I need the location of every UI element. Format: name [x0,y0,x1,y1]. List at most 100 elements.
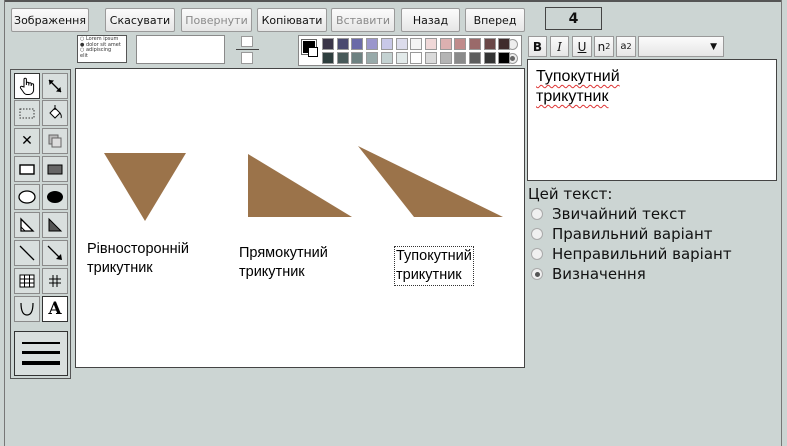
tool-palette: ✕ A [10,69,71,379]
bold-button[interactable]: B [528,36,547,57]
font-select[interactable]: ▼ [638,36,724,57]
subscript-button[interactable]: a2 [616,36,636,57]
fraction-bar [236,49,259,50]
drawing-canvas[interactable]: Рівносторонній трикутник Прямокутний три… [75,68,525,368]
fraction-denominator[interactable] [241,52,253,64]
kind-option-correct[interactable]: Правильний варіант [531,224,713,244]
color-swatch[interactable] [351,38,364,50]
color-swatch[interactable] [483,52,496,64]
color-swatch[interactable] [498,52,511,64]
text-editor[interactable]: Тупокутний трикутник [527,59,777,181]
color-swatch[interactable] [322,38,334,50]
obtuse-triangle-label[interactable]: Тупокутний трикутник [394,246,474,286]
color-swatch[interactable] [469,38,481,50]
right-triangle[interactable] [248,154,352,217]
kind-option-label: Правильний варіант [552,225,713,243]
color-swatch[interactable] [366,52,379,64]
copy-button[interactable]: Копіювати [257,8,327,32]
editor-text: Тупокутний трикутник [536,68,620,105]
resize-arrow-icon[interactable] [42,73,68,99]
italic-button[interactable]: I [550,36,569,57]
arrow-icon[interactable] [42,240,68,266]
hand-pointer-icon[interactable] [14,73,40,99]
color-swatch[interactable] [395,38,408,50]
color-swatch[interactable] [439,52,452,64]
kind-option-definition[interactable]: Визначення [531,264,646,284]
line-icon[interactable] [14,240,40,266]
color-swatch[interactable] [410,38,423,50]
text-icon[interactable]: A [42,296,68,322]
fill-bucket-icon[interactable] [42,100,68,126]
equilateral-triangle-label[interactable]: Рівносторонній трикутник [87,240,189,278]
curve-icon[interactable] [14,296,40,322]
grid-icon[interactable] [42,268,68,294]
color-palette [298,35,522,66]
delete-x-icon[interactable]: ✕ [14,128,40,154]
window-frame-right [781,0,782,446]
blank-input-box[interactable] [136,35,225,64]
superscript-exp: 2 [605,42,611,51]
shapes-layer [104,146,503,221]
kind-option-label: Звичайний текст [552,205,687,223]
radio-icon[interactable] [531,248,543,260]
line-width-thick [22,361,60,365]
color-swatch[interactable] [380,52,393,64]
radio-icon[interactable] [531,268,543,280]
line-width-medium [22,351,60,354]
underline-button[interactable]: U [572,36,592,57]
redo-button[interactable]: Повернути [181,8,252,32]
color-swatch[interactable] [424,38,437,50]
color-swatch[interactable] [322,52,334,64]
table-icon[interactable] [14,268,40,294]
equilateral-triangle[interactable] [104,153,186,221]
line-width-thin [22,342,60,344]
preview-line: elit [80,52,88,59]
kind-option-normal[interactable]: Звичайний текст [531,204,686,224]
radio-icon[interactable] [531,228,543,240]
color-swatch[interactable] [454,52,467,64]
right-triangle-label[interactable]: Прямокутний трикутник [239,244,328,282]
paste-button[interactable]: Вставити [331,8,395,32]
page-counter: 4 [545,7,602,30]
color-swatch[interactable] [439,38,452,50]
color-swatch[interactable] [351,52,364,64]
cancel-button[interactable]: Скасувати [105,8,175,32]
ellipse-filled-icon[interactable] [42,184,68,210]
color-swatch[interactable] [336,52,349,64]
image-button[interactable]: Зображення [11,8,89,32]
window-frame-left [4,0,5,446]
radio-icon[interactable] [531,208,543,220]
kind-option-incorrect[interactable]: Неправильний варіант [531,244,732,264]
color-swatch[interactable] [410,52,423,64]
color-swatch[interactable] [454,38,467,50]
color-swatch[interactable] [469,52,481,64]
kind-option-label: Визначення [552,265,646,283]
color-swatch[interactable] [380,38,393,50]
color-swatch[interactable] [483,38,496,50]
ellipse-outline-icon[interactable] [14,184,40,210]
copy-icon[interactable] [42,128,68,154]
forward-button[interactable]: Вперед [465,8,525,32]
window-frame-top [4,0,782,2]
color-swatch[interactable] [424,52,437,64]
color-swatch[interactable] [498,38,511,50]
text-kind-title: Цей текст: [528,185,613,203]
chevron-down-icon: ▼ [710,41,717,52]
obtuse-triangle[interactable] [358,146,503,217]
color-swatch[interactable] [336,38,349,50]
triangle-filled-icon[interactable] [42,212,68,238]
line-width-icon[interactable] [14,331,68,376]
rect-outline-icon[interactable] [14,156,40,182]
color-swatch[interactable] [366,38,379,50]
dotted-rect-select-icon[interactable] [14,100,40,126]
back-button[interactable]: Назад [401,8,460,32]
secondary-color-swatch[interactable] [308,47,318,57]
fraction-numerator[interactable] [241,36,253,47]
subscript-idx: 2 [626,42,632,51]
text-style-preview[interactable]: ○ Lorem ipsum ● dolor sit amet ○ adipisc… [77,35,127,63]
rect-filled-icon[interactable] [42,156,68,182]
superscript-button[interactable]: n2 [594,36,614,57]
triangle-outline-icon[interactable] [14,212,40,238]
kind-option-label: Неправильний варіант [552,245,732,263]
color-swatch[interactable] [395,52,408,64]
